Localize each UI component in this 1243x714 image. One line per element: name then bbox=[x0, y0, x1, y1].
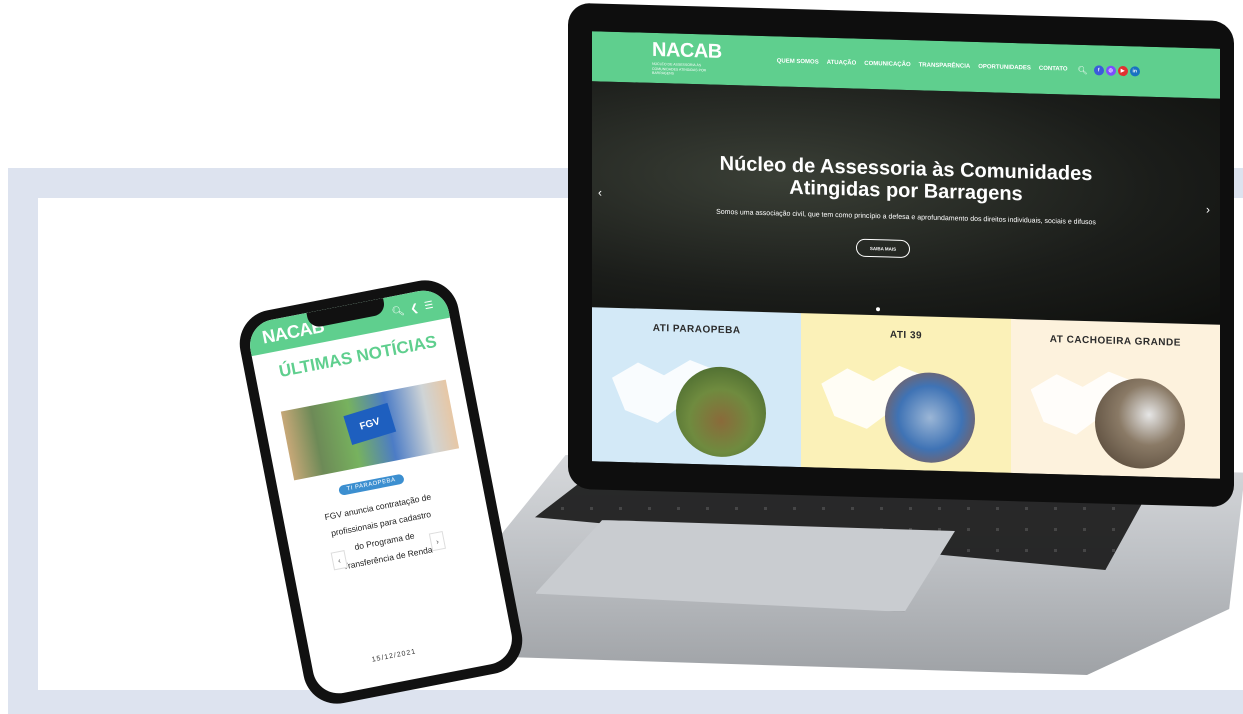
phone-header-icons: 🔍︎ ❮ ☰ bbox=[391, 299, 434, 318]
hero-next-arrow-icon[interactable]: › bbox=[1206, 202, 1210, 216]
nav-link-oportunidades[interactable]: OPORTUNIDADES bbox=[978, 64, 1031, 71]
panel-photo bbox=[885, 371, 976, 464]
nav-link-transparencia[interactable]: TRANSPARÊNCIA bbox=[919, 62, 971, 69]
nav-link-comunicacao[interactable]: COMUNICAÇÃO bbox=[864, 61, 910, 68]
share-icon[interactable]: ❮ bbox=[409, 302, 419, 314]
news-image[interactable]: FGV bbox=[280, 379, 460, 481]
nav-link-atuacao[interactable]: ATUAÇÃO bbox=[827, 60, 857, 67]
search-icon[interactable]: 🔍︎ bbox=[1078, 65, 1088, 74]
nav-link-contato[interactable]: CONTATO bbox=[1039, 66, 1068, 73]
hero-slide-indicator[interactable] bbox=[876, 307, 880, 312]
panel-title: ATI 39 bbox=[889, 329, 923, 342]
menu-icon[interactable]: ☰ bbox=[423, 299, 434, 312]
social-links: f ◎ ▶ in bbox=[1093, 65, 1140, 77]
news-date: 15/12/2021 bbox=[371, 648, 417, 664]
panel-ati-39[interactable]: ATI 39 bbox=[801, 313, 1011, 473]
hero-banner: ‹ Núcleo de Assessoria às Comunidades At… bbox=[592, 81, 1220, 325]
panel-ati-paraopeba[interactable]: ATI PARAOPEBA bbox=[592, 307, 802, 468]
panel-title: AT CACHOEIRA GRANDE bbox=[1049, 334, 1181, 349]
fgv-sign: FGV bbox=[343, 402, 397, 445]
panel-photo bbox=[1094, 377, 1185, 470]
linkedin-icon[interactable]: in bbox=[1129, 66, 1140, 77]
nav-links: QUEM SOMOS ATUAÇÃO COMUNICAÇÃO TRANSPARÊ… bbox=[777, 58, 1068, 72]
carousel-next-button[interactable]: › bbox=[428, 530, 447, 552]
hero-title: Núcleo de Assessoria às Comunidades Atin… bbox=[719, 152, 1093, 206]
site-logo-text: NACAB bbox=[652, 39, 722, 64]
panel-at-cachoeira-grande[interactable]: AT CACHOEIRA GRANDE bbox=[1010, 318, 1220, 479]
instagram-icon[interactable]: ◎ bbox=[1105, 65, 1116, 76]
panel-photo bbox=[676, 365, 766, 459]
search-icon[interactable]: 🔍︎ bbox=[391, 305, 406, 318]
project-panels: ATI PARAOPEBA ATI 39 AT CACHOEIRA GRANDE bbox=[592, 307, 1220, 479]
site-logo-subtitle: NÚCLEO DE ASSESSORIA ÀS COMUNIDADES ATIN… bbox=[652, 62, 707, 76]
news-category-tag[interactable]: TI PARAOPEBA bbox=[338, 473, 405, 496]
panel-title: ATI PARAOPEBA bbox=[652, 322, 741, 337]
saiba-mais-button[interactable]: SAIBA MAIS bbox=[856, 238, 910, 259]
hero-subtitle: Somos uma associação civil, que tem como… bbox=[716, 208, 1096, 227]
youtube-icon[interactable]: ▶ bbox=[1117, 65, 1128, 77]
site-logo[interactable]: NACAB NÚCLEO DE ASSESSORIA ÀS COMUNIDADE… bbox=[652, 39, 722, 77]
laptop-screen: NACAB NÚCLEO DE ASSESSORIA ÀS COMUNIDADE… bbox=[592, 31, 1220, 479]
facebook-icon[interactable]: f bbox=[1093, 65, 1104, 76]
nav-link-quem-somos[interactable]: QUEM SOMOS bbox=[777, 58, 819, 65]
